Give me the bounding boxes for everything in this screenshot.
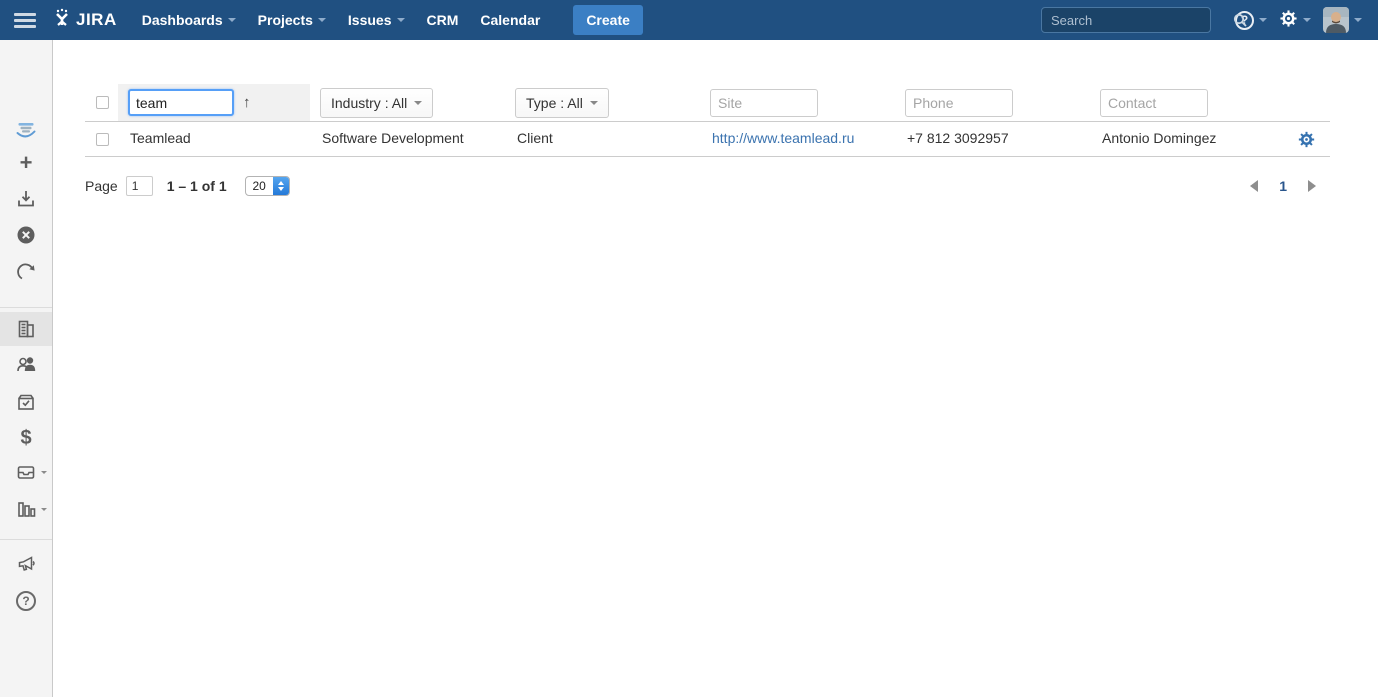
quick-search — [1041, 7, 1211, 33]
row-select-cell — [85, 133, 118, 146]
hamburger-menu-icon[interactable] — [0, 0, 50, 40]
nav-projects[interactable]: Projects — [247, 0, 337, 40]
page-size-value: 20 — [246, 177, 273, 195]
avatar — [1323, 7, 1349, 33]
select-all-checkbox[interactable] — [96, 96, 109, 109]
phone-filter-input[interactable] — [905, 89, 1013, 117]
nav-calendar[interactable]: Calendar — [469, 0, 551, 40]
name-filter-cell: ↑ — [118, 84, 310, 121]
sidebar-item-contacts[interactable] — [0, 347, 52, 381]
create-button[interactable]: Create — [573, 5, 643, 35]
table-row[interactable]: Teamlead Software Development Client htt… — [85, 122, 1330, 157]
sort-ascending-icon[interactable]: ↑ — [243, 94, 251, 111]
sidebar-divider — [0, 307, 52, 308]
company-industry: Software Development — [310, 130, 464, 146]
company-type: Client — [505, 130, 553, 146]
select-stepper-icon — [273, 177, 289, 195]
pagination-right: 1 — [1250, 178, 1330, 194]
add-icon[interactable]: + — [0, 146, 52, 180]
pagination-bar: Page 1 – 1 of 1 20 1 — [85, 176, 1330, 196]
search-icon[interactable] — [1233, 13, 1247, 27]
company-site-link[interactable]: http://www.teamlead.ru — [700, 130, 854, 146]
user-profile-menu[interactable] — [1321, 5, 1364, 35]
announcement-icon[interactable] — [0, 547, 52, 581]
industry-filter-dropdown[interactable]: Industry : All — [320, 88, 433, 118]
page-label: Page — [85, 178, 118, 194]
brand-name: JIRA — [76, 10, 117, 30]
sidebar-divider — [0, 539, 52, 540]
chevron-down-icon — [590, 101, 598, 105]
chevron-down-icon — [41, 471, 47, 474]
sidebar-item-archive[interactable] — [0, 455, 52, 489]
search-input[interactable] — [1042, 13, 1233, 28]
refresh-icon[interactable] — [0, 255, 52, 289]
page-size-select[interactable]: 20 — [245, 176, 290, 196]
sidebar-item-companies[interactable] — [0, 312, 52, 346]
filter-row: ↑ Industry : All Type : All — [85, 84, 1330, 122]
result-range: 1 – 1 of 1 — [167, 178, 227, 194]
sidebar-item-reports[interactable] — [0, 492, 52, 526]
nav-issues[interactable]: Issues — [337, 0, 416, 40]
sidebar-item-deals[interactable]: $ — [0, 421, 52, 455]
chevron-down-icon — [228, 18, 236, 22]
pagination-left: Page 1 – 1 of 1 20 — [85, 176, 290, 196]
jira-logo[interactable]: JIRA — [52, 8, 117, 33]
previous-page-icon[interactable] — [1250, 180, 1258, 192]
chevron-down-icon — [1354, 18, 1362, 22]
site-filter-input[interactable] — [710, 89, 818, 117]
sidebar-help-icon[interactable]: ? — [0, 584, 52, 618]
contact-filter-cell — [1090, 84, 1282, 121]
company-name-filter-input[interactable] — [128, 89, 234, 116]
select-all-cell — [85, 96, 118, 109]
sidebar-item-products[interactable] — [0, 385, 52, 419]
page-number-input[interactable] — [126, 176, 153, 196]
type-filter-dropdown[interactable]: Type : All — [515, 88, 609, 118]
nav-crm[interactable]: CRM — [416, 0, 470, 40]
current-page-number: 1 — [1279, 178, 1287, 194]
row-checkbox[interactable] — [96, 133, 109, 146]
chevron-down-icon — [1259, 18, 1267, 22]
type-filter-cell: Type : All — [505, 84, 700, 121]
import-icon[interactable] — [0, 182, 52, 216]
next-page-icon[interactable] — [1308, 180, 1316, 192]
gear-icon — [1279, 9, 1298, 31]
company-contact: Antonio Domingez — [1090, 130, 1216, 146]
chevron-down-icon — [41, 508, 47, 511]
jira-logo-icon — [52, 8, 72, 33]
nav-right-tools: ? — [1041, 5, 1378, 35]
main-menu: Dashboards Projects Issues CRM Calendar … — [131, 0, 643, 40]
crm-logo-icon[interactable] — [0, 113, 52, 147]
company-phone: +7 812 3092957 — [895, 130, 1009, 146]
industry-filter-cell: Industry : All — [310, 84, 505, 121]
chevron-down-icon — [1303, 18, 1311, 22]
chevron-down-icon — [414, 101, 422, 105]
chevron-down-icon — [318, 18, 326, 22]
companies-page: ↑ Industry : All Type : All — [53, 40, 1378, 697]
nav-dashboards[interactable]: Dashboards — [131, 0, 247, 40]
company-name[interactable]: Teamlead — [118, 130, 191, 146]
top-navigation: JIRA Dashboards Projects Issues CRM Cale… — [0, 0, 1378, 40]
phone-filter-cell — [895, 84, 1090, 121]
companies-table: ↑ Industry : All Type : All — [85, 84, 1330, 196]
crm-sidebar: + — [0, 40, 53, 697]
admin-settings-menu[interactable] — [1277, 7, 1313, 33]
contact-filter-input[interactable] — [1100, 89, 1208, 117]
chevron-down-icon — [397, 18, 405, 22]
row-actions-gear-icon[interactable] — [1298, 131, 1315, 148]
site-filter-cell — [700, 84, 895, 121]
clear-filter-icon[interactable] — [0, 218, 52, 252]
